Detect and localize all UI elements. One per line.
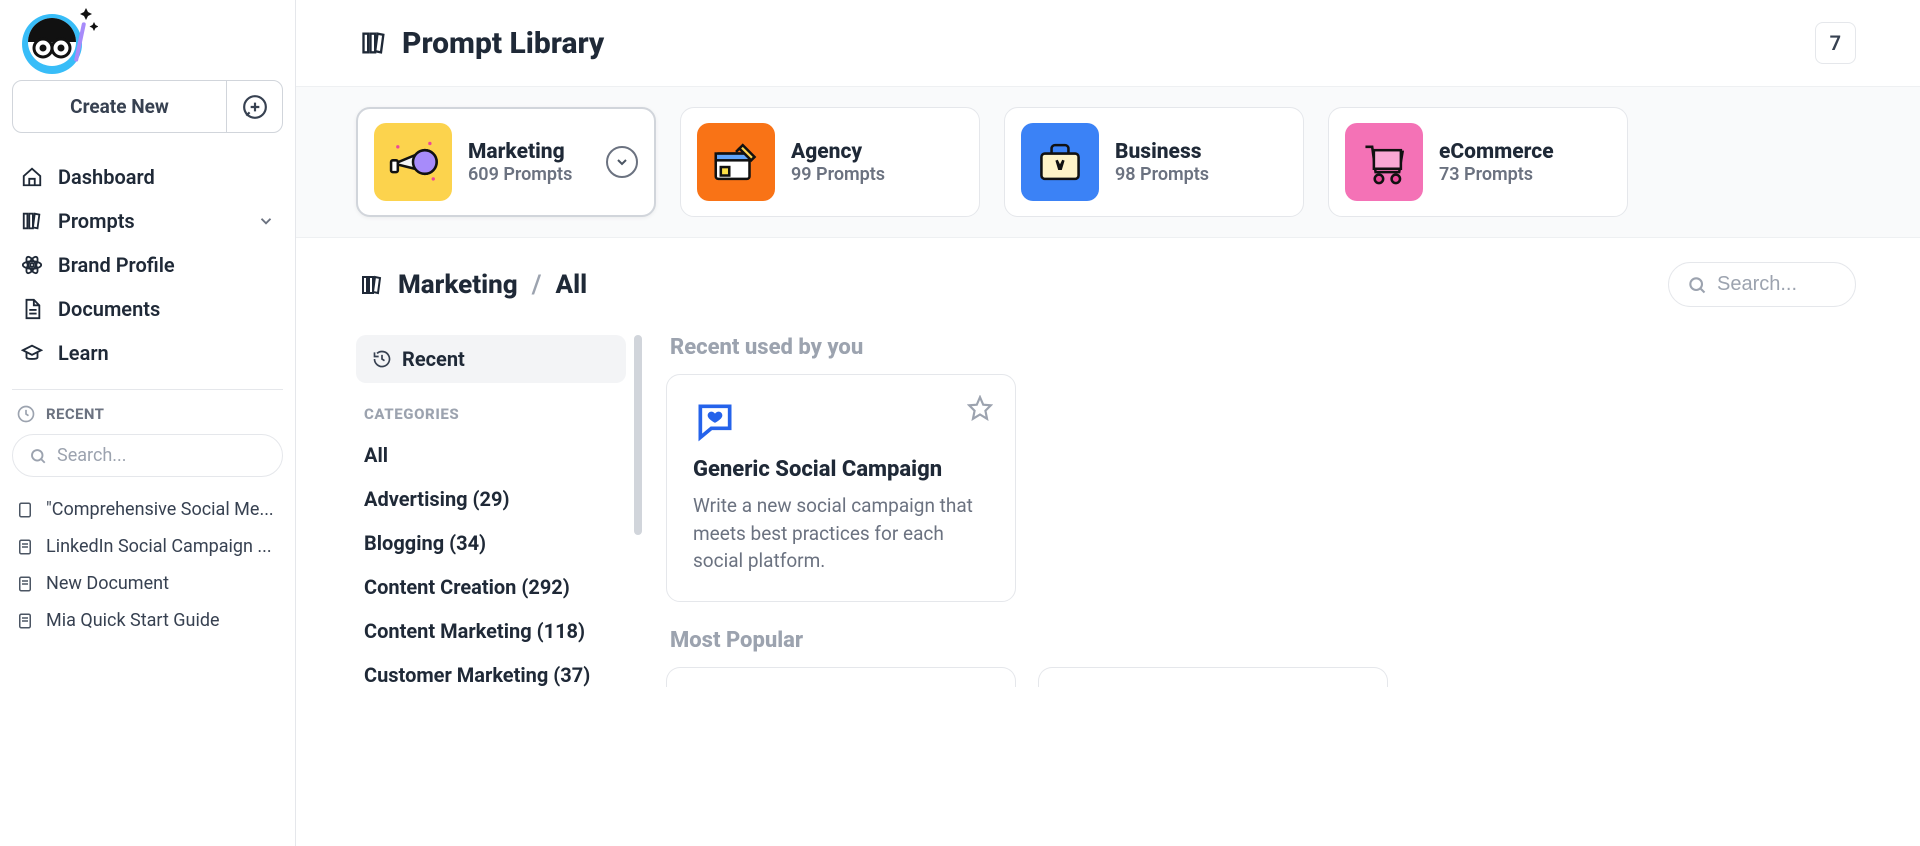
scrollbar-thumb[interactable] xyxy=(634,335,642,535)
main: Prompt Library 7 Marketing 609 Prompts A… xyxy=(296,0,1920,846)
category-count: 98 Prompts xyxy=(1115,164,1287,185)
section-popular-title: Most Popular xyxy=(670,628,1872,653)
recent-doc-label: "Comprehensive Social Me... xyxy=(46,499,274,520)
category-name: Business xyxy=(1115,140,1287,164)
category-card-agency[interactable]: Agency 99 Prompts xyxy=(680,107,980,217)
nav-label: Prompts xyxy=(58,209,135,233)
breadcrumb-root[interactable]: Marketing xyxy=(398,270,518,300)
history-icon xyxy=(372,349,392,369)
atom-icon xyxy=(20,254,44,276)
message-plus-icon xyxy=(242,94,268,120)
category-recent-pill[interactable]: Recent xyxy=(356,335,626,383)
category-name: Marketing xyxy=(468,140,590,164)
nav-label: Learn xyxy=(58,341,109,365)
recent-doc-item[interactable]: "Comprehensive Social Me... xyxy=(12,491,283,528)
chevron-down-icon[interactable] xyxy=(606,146,638,178)
category-name: eCommerce xyxy=(1439,140,1611,164)
nav-label: Documents xyxy=(58,297,160,321)
breadcrumb-row: Marketing / All xyxy=(296,238,1920,317)
megaphone-icon xyxy=(374,123,452,201)
file-icon xyxy=(16,612,34,630)
recent-heading-text: RECENT xyxy=(46,405,104,423)
category-filter-item[interactable]: Content Marketing (118) xyxy=(356,609,626,653)
nav-prompts[interactable]: Prompts xyxy=(12,199,283,243)
category-count: 73 Prompts xyxy=(1439,164,1611,185)
main-search[interactable] xyxy=(1668,262,1856,307)
library-icon xyxy=(360,273,384,297)
recent-doc-item[interactable]: Mia Quick Start Guide xyxy=(12,602,283,639)
create-new-button[interactable]: Create New xyxy=(13,81,226,132)
recent-pill-label: Recent xyxy=(402,347,465,371)
sidebar-nav: Dashboard Prompts Brand Profile Document… xyxy=(12,155,283,375)
nav-dashboard[interactable]: Dashboard xyxy=(12,155,283,199)
category-side-panel: Recent CATEGORIES All Advertising (29) B… xyxy=(356,335,626,846)
sidebar: Create New Dashboard Prompts xyxy=(0,0,296,846)
category-card-business[interactable]: Business 98 Prompts xyxy=(1004,107,1304,217)
star-icon[interactable] xyxy=(967,395,993,421)
sidebar-search-placeholder: Search... xyxy=(57,445,127,466)
page-header: Prompt Library 7 xyxy=(296,0,1920,86)
category-filter-item[interactable]: Blogging (34) xyxy=(356,521,626,565)
recent-doc-item[interactable]: New Document xyxy=(12,565,283,602)
sidebar-recent-heading: RECENT xyxy=(12,404,283,434)
file-icon xyxy=(16,575,34,593)
clock-icon xyxy=(16,404,36,424)
create-new-plus-button[interactable] xyxy=(226,81,282,132)
nav-label: Dashboard xyxy=(58,165,155,189)
nav-learn[interactable]: Learn xyxy=(12,331,283,375)
graduation-cap-icon xyxy=(20,342,44,364)
briefcase-icon xyxy=(1021,123,1099,201)
library-icon xyxy=(360,29,388,57)
nav-label: Brand Profile xyxy=(58,253,175,277)
file-icon xyxy=(16,501,34,519)
mia-logo-icon xyxy=(16,4,98,76)
category-filter-item[interactable]: Content Creation (292) xyxy=(356,565,626,609)
main-search-input[interactable] xyxy=(1717,273,1837,296)
page-title: Prompt Library xyxy=(402,26,604,61)
search-icon xyxy=(29,447,47,465)
prompt-card-title: Generic Social Campaign xyxy=(693,457,989,482)
section-recent-title: Recent used by you xyxy=(670,335,1872,360)
document-icon xyxy=(20,298,44,320)
recent-doc-label: Mia Quick Start Guide xyxy=(46,610,220,631)
chevron-down-icon xyxy=(257,212,275,230)
prompt-card[interactable] xyxy=(666,667,1016,687)
category-card-marketing[interactable]: Marketing 609 Prompts xyxy=(356,107,656,217)
content-area: Recent CATEGORIES All Advertising (29) B… xyxy=(296,317,1920,846)
search-icon xyxy=(1687,275,1707,295)
sidebar-recent-list: "Comprehensive Social Me... LinkedIn Soc… xyxy=(12,491,283,639)
category-filter-item[interactable]: Advertising (29) xyxy=(356,477,626,521)
shopping-cart-icon xyxy=(1345,123,1423,201)
category-name: Agency xyxy=(791,140,963,164)
category-count: 609 Prompts xyxy=(468,164,590,185)
recent-doc-label: LinkedIn Social Campaign ... xyxy=(46,536,272,557)
category-count: 99 Prompts xyxy=(791,164,963,185)
category-card-ecommerce[interactable]: eCommerce 73 Prompts xyxy=(1328,107,1628,217)
create-new-row: Create New xyxy=(12,80,283,133)
prompt-cards-column: Recent used by you Generic Social Campai… xyxy=(646,335,1872,846)
nav-documents[interactable]: Documents xyxy=(12,287,283,331)
popular-row xyxy=(666,667,1872,687)
recent-doc-label: New Document xyxy=(46,573,169,594)
category-filter-item[interactable]: Customer Marketing (37) xyxy=(356,653,626,697)
home-icon xyxy=(20,166,44,188)
chat-heart-icon xyxy=(693,399,989,443)
nav-brand-profile[interactable]: Brand Profile xyxy=(12,243,283,287)
recent-doc-item[interactable]: LinkedIn Social Campaign ... xyxy=(12,528,283,565)
file-icon xyxy=(16,538,34,556)
prompt-card-description: Write a new social campaign that meets b… xyxy=(693,492,989,575)
category-filter-item[interactable]: All xyxy=(356,433,626,477)
logo[interactable] xyxy=(12,0,283,80)
prompt-card[interactable] xyxy=(1038,667,1388,687)
header-badge[interactable]: 7 xyxy=(1815,22,1856,64)
categories-heading: CATEGORIES xyxy=(356,405,626,433)
divider xyxy=(12,389,283,390)
library-icon xyxy=(20,210,44,232)
design-tools-icon xyxy=(697,123,775,201)
sidebar-search[interactable]: Search... xyxy=(12,434,283,477)
prompt-card[interactable]: Generic Social Campaign Write a new soci… xyxy=(666,374,1016,602)
breadcrumb-leaf[interactable]: All xyxy=(556,270,588,300)
breadcrumb-separator: / xyxy=(532,270,542,300)
category-strip[interactable]: Marketing 609 Prompts Agency 99 Prompts … xyxy=(296,86,1920,238)
